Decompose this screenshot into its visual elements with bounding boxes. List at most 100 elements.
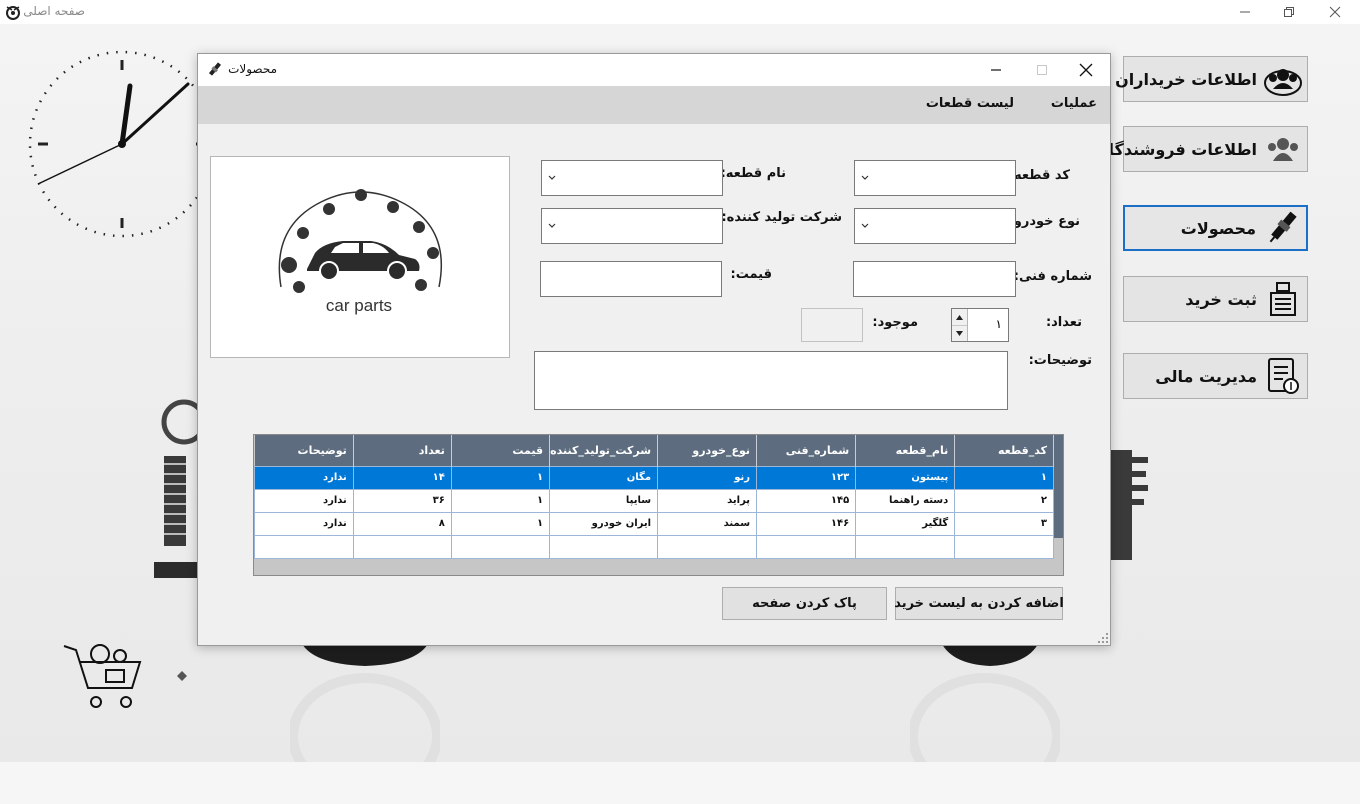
table-cell[interactable] xyxy=(254,534,354,559)
spark-plug-small-icon xyxy=(208,62,222,76)
column-header[interactable]: شماره_فنی xyxy=(756,435,857,466)
table-cell[interactable]: ۱ xyxy=(450,511,551,536)
dialog-minimize-button[interactable] xyxy=(974,54,1018,86)
column-header[interactable]: شرکت_تولید_کننده xyxy=(549,435,659,466)
cash-register-icon xyxy=(1270,282,1296,316)
car-type-combo[interactable] xyxy=(854,208,1016,244)
table-cell[interactable]: پراید xyxy=(657,488,758,513)
table-row[interactable]: ۳ گلگیر ۱۴۶ سمند ایران خودرو ۱ ۸ ندارد xyxy=(254,511,1054,536)
table-row[interactable]: ۲ دسته راهنما ۱۴۵ پراید سایپا ۱ ۳۶ ندارد xyxy=(254,488,1054,513)
chevron-down-icon xyxy=(548,223,556,228)
table-cell[interactable]: مگان xyxy=(549,465,659,490)
table-cell[interactable] xyxy=(756,534,857,559)
nav-sellers-button[interactable]: اطلاعات فروشندگان xyxy=(1095,126,1308,172)
add-to-cart-button[interactable]: اضافه کردن به لیست خرید xyxy=(894,587,1064,620)
stock-label: موجود: xyxy=(872,315,918,330)
picture-caption: car parts xyxy=(326,296,392,315)
close-icon xyxy=(1329,6,1341,18)
table-cell[interactable]: سمند xyxy=(657,511,758,536)
quantity-up-button[interactable] xyxy=(952,309,967,325)
car-parts-right-graphic xyxy=(1110,450,1148,560)
parts-grid[interactable]: کد_قطعه نام_قطعه شماره_فنی نوع_خودرو شرک… xyxy=(253,434,1064,576)
table-cell[interactable]: ندارد xyxy=(254,465,354,490)
car-silhouette xyxy=(307,241,420,281)
dialog-maximize-button xyxy=(1020,54,1064,86)
price-input[interactable] xyxy=(540,261,722,297)
dialog-close-button[interactable] xyxy=(1064,54,1108,86)
table-cell[interactable]: ۱۴ xyxy=(352,465,452,490)
table-cell[interactable]: پیستون xyxy=(855,465,956,490)
main-minimize-button[interactable] xyxy=(1222,0,1268,24)
quantity-label: تعداد: xyxy=(1045,315,1082,330)
clear-page-button[interactable]: پاک کردن صفحه xyxy=(722,587,887,620)
nav-products-button[interactable]: محصولات xyxy=(1123,205,1308,251)
main-window-title: صفحه اصلی xyxy=(23,4,85,18)
column-header[interactable]: توضیحات xyxy=(254,435,354,466)
quantity-value: ۱ xyxy=(995,317,1002,331)
part-name-combo[interactable] xyxy=(541,160,723,196)
description-textarea[interactable] xyxy=(534,351,1008,410)
nav-finance-button[interactable]: مدیریت مالی xyxy=(1123,353,1308,399)
table-cell[interactable] xyxy=(657,534,758,559)
nav-finance-label: مدیریت مالی xyxy=(1155,366,1257,386)
table-cell[interactable]: ندارد xyxy=(254,511,354,536)
table-cell[interactable]: ۱ xyxy=(450,465,551,490)
nav-products-label: محصولات xyxy=(1180,218,1256,238)
caret-up-icon xyxy=(956,314,963,320)
main-restore-button[interactable] xyxy=(1266,0,1312,24)
caret-down-icon xyxy=(956,331,963,336)
table-cell[interactable]: ۳ xyxy=(954,511,1054,536)
dialog-title: محصولات xyxy=(228,62,277,76)
minimize-icon xyxy=(1240,11,1250,13)
table-cell[interactable]: ۱ xyxy=(954,465,1054,490)
table-cell[interactable]: ۱۴۵ xyxy=(756,488,857,513)
nav-customers-button[interactable]: اطلاعات خریداران xyxy=(1115,56,1308,102)
clock-graphic xyxy=(28,50,206,238)
table-cell[interactable]: ۱ xyxy=(450,488,551,513)
table-cell[interactable]: ۱۲۳ xyxy=(756,465,857,490)
table-cell[interactable]: ایران خودرو xyxy=(549,511,659,536)
tech-number-label: شماره فنی: xyxy=(1013,269,1092,284)
car-parts-logo: car parts xyxy=(278,189,443,315)
table-cell[interactable]: ۲ xyxy=(954,488,1054,513)
nav-sellers-label: اطلاعات فروشندگان xyxy=(1094,139,1257,159)
nav-customers-label: اطلاعات خریداران xyxy=(1115,69,1257,89)
menu-operations[interactable]: عملیات xyxy=(1051,96,1097,111)
column-header[interactable]: تعداد xyxy=(353,435,452,466)
quantity-down-button[interactable] xyxy=(952,325,967,341)
table-cell[interactable]: رنو xyxy=(657,465,758,490)
sellers-icon xyxy=(1268,138,1298,161)
column-header[interactable]: نوع_خودرو xyxy=(657,435,758,466)
table-cell[interactable]: ۳۶ xyxy=(352,488,452,513)
grid-header-row: کد_قطعه نام_قطعه شماره_فنی نوع_خودرو شرک… xyxy=(254,435,1054,466)
car-type-label: نوع خودرو: xyxy=(1008,214,1080,229)
table-cell[interactable]: ندارد xyxy=(254,488,354,513)
table-cell[interactable] xyxy=(549,534,659,559)
tire-right-graphic xyxy=(910,640,1060,762)
table-cell[interactable] xyxy=(450,534,551,559)
table-cell[interactable]: دسته راهنما xyxy=(855,488,956,513)
tech-number-input[interactable] xyxy=(853,261,1016,297)
part-code-label: کد قطعه: xyxy=(1008,168,1070,183)
column-header[interactable]: کد_قطعه xyxy=(954,435,1054,466)
menu-parts-list[interactable]: لیست قطعات xyxy=(926,96,1014,111)
column-header[interactable]: نام_قطعه xyxy=(855,435,956,466)
resize-grip-icon[interactable] xyxy=(1098,633,1108,643)
table-cell[interactable]: ۸ xyxy=(352,511,452,536)
table-row-new[interactable] xyxy=(254,534,1054,559)
main-bottom-strip xyxy=(0,762,1360,804)
manufacturer-combo[interactable] xyxy=(541,208,723,244)
table-row[interactable]: ۱ پیستون ۱۲۳ رنو مگان ۱ ۱۴ ندارد xyxy=(254,465,1054,490)
column-header[interactable]: قیمت xyxy=(451,435,551,466)
table-cell[interactable] xyxy=(855,534,956,559)
table-cell[interactable]: سایپا xyxy=(549,488,659,513)
main-close-button[interactable] xyxy=(1312,0,1358,24)
quantity-stepper[interactable]: ۱ xyxy=(951,308,1009,342)
table-cell[interactable]: ۱۴۶ xyxy=(756,511,857,536)
table-cell[interactable]: گلگیر xyxy=(855,511,956,536)
table-cell[interactable] xyxy=(352,534,452,559)
part-code-combo[interactable] xyxy=(854,160,1016,196)
nav-purchase-button[interactable]: ثبت خرید xyxy=(1123,276,1308,322)
table-cell[interactable] xyxy=(954,534,1054,559)
restore-icon xyxy=(1284,7,1294,17)
